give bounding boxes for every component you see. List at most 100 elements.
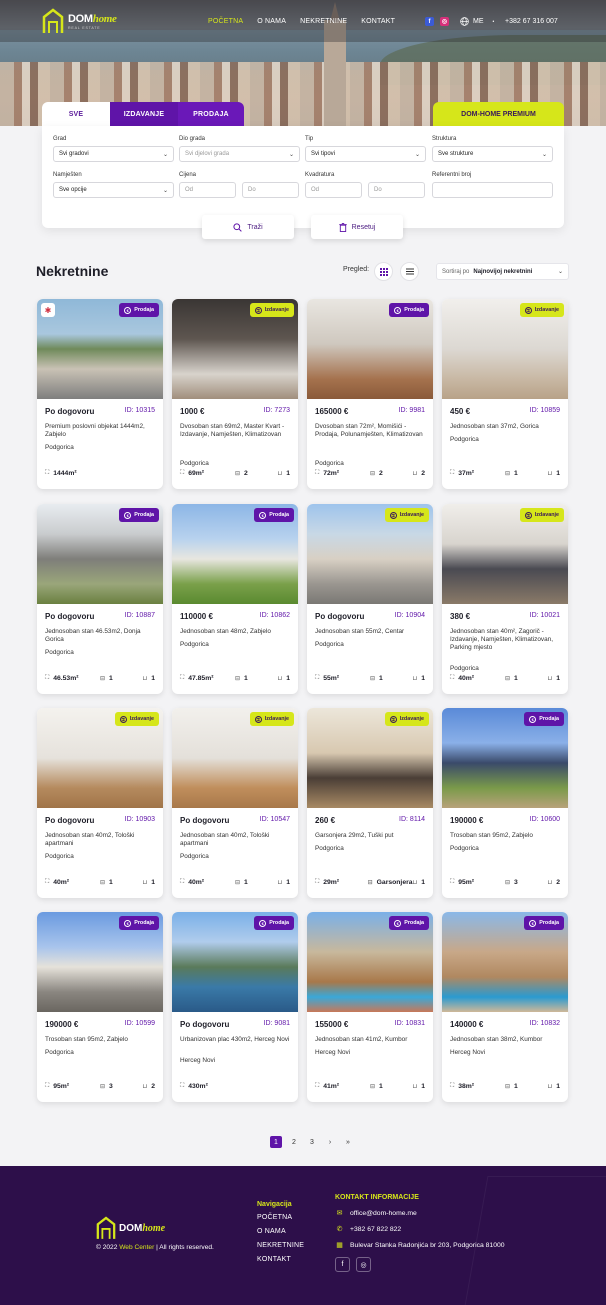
ref-input[interactable]: [432, 182, 553, 198]
property-card[interactable]: € Prodaja 110000 € ID: 10862 Jednosoban stan…: [172, 504, 298, 694]
property-stats: ⛶ 41m² ⊟ 1 ⊔ 1: [315, 1083, 425, 1090]
property-card[interactable]: € Prodaja Po dogovoru ID: 9081 Urbanizovan p…: [172, 912, 298, 1102]
property-city: Herceg Novi: [315, 1049, 351, 1056]
list-icon: [405, 268, 414, 275]
property-card[interactable]: ⚿ Izdavanje Po dogovoru ID: 10547 Jednosoban…: [172, 708, 298, 898]
bath-icon: ⊔: [142, 880, 148, 886]
instagram-icon[interactable]: ◎: [356, 1257, 371, 1272]
header-phone[interactable]: +382 67 316 007: [505, 18, 558, 25]
namjesten-select[interactable]: Sve opcije ⌄: [53, 182, 174, 198]
list-view-button[interactable]: [400, 262, 419, 281]
facebook-icon[interactable]: f: [425, 17, 434, 26]
property-card[interactable]: € Prodaja Po dogovoru ID: 10887 Jednosoban s…: [37, 504, 163, 694]
area-value: 29m²: [323, 879, 340, 886]
property-title[interactable]: Jednosoban stan 40m², Zagorič - Izdavanj…: [450, 628, 562, 652]
footer-email[interactable]: ✉ office@dom-home.me: [335, 1209, 505, 1218]
property-card[interactable]: ⚿ Izdavanje Po dogovoru ID: 10903 Jednosoban…: [37, 708, 163, 898]
property-title[interactable]: Urbanizovan plac 430m2, Herceg Novi: [180, 1036, 292, 1044]
property-price: 260 €: [315, 816, 336, 825]
dio-grada-select[interactable]: Svi djelovi grada ⌄: [179, 146, 300, 162]
rooms-value: 1: [109, 879, 113, 886]
property-card[interactable]: € Prodaja 155000 € ID: 10831 Jednosoban stan…: [307, 912, 433, 1102]
property-card[interactable]: ✱ € Prodaja Po dogovoru ID: 10315 Premium pos…: [37, 299, 163, 489]
instagram-icon[interactable]: ◎: [440, 17, 449, 26]
property-card[interactable]: € Prodaja 190000 € ID: 10599 Trosoban stan 9…: [37, 912, 163, 1102]
nav-kontakt[interactable]: KONTAKT: [361, 18, 395, 25]
tip-select[interactable]: Svi tipovi ⌄: [305, 146, 426, 162]
tab-prodaja[interactable]: PRODAJA: [178, 102, 244, 126]
area-icon: ⛶: [45, 1083, 50, 1089]
property-card[interactable]: ⚿ Izdavanje 1000 € ID: 7273 Dvosoban stan 69…: [172, 299, 298, 489]
key-icon: ⚿: [254, 306, 262, 314]
grad-field: Grad Svi gradovi ⌄: [53, 136, 174, 162]
bed-icon: ⊟: [370, 676, 376, 682]
property-price: 140000 €: [450, 1020, 484, 1029]
footer-nav-pocetna[interactable]: POČETNA: [257, 1214, 304, 1221]
grid-view-button[interactable]: [374, 262, 393, 281]
property-card[interactable]: € Prodaja 165000 € ID: 9981 Dvosoban stan 72…: [307, 299, 433, 489]
nav-pocetna[interactable]: POČETNA: [208, 18, 243, 25]
search-button[interactable]: Traži: [202, 215, 294, 239]
cijena-od-input[interactable]: Od: [179, 182, 236, 198]
property-stats: ⛶ 1444m²: [45, 470, 155, 477]
baths-value: 1: [286, 470, 290, 477]
property-title[interactable]: Jednosoban stan 37m2, Gorica: [450, 423, 562, 431]
next-page-button[interactable]: ›: [324, 1136, 336, 1148]
footer-phone[interactable]: ✆ +382 67 822 822: [335, 1225, 505, 1234]
area-icon: ⛶: [180, 1083, 185, 1089]
property-title[interactable]: Jednosoban stan 40m2, Tološki apartmani: [180, 832, 292, 848]
property-title[interactable]: Jednosoban stan 48m2, Zabjelo: [180, 628, 292, 636]
struktura-select[interactable]: Sve strukture ⌄: [432, 146, 553, 162]
property-title[interactable]: Dvosoban stan 72m², Momišići - Prodaja, …: [315, 423, 427, 439]
property-card[interactable]: ⚿ Izdavanje 260 € ID: 8114 Garsonjera 29m2, …: [307, 708, 433, 898]
property-card[interactable]: € Prodaja 190000 € ID: 10600 Trosoban stan 9…: [442, 708, 568, 898]
logo[interactable]: DOMhome REAL ESTATE: [42, 8, 117, 34]
property-title[interactable]: Jednosoban stan 40m2, Tološki apartmani: [45, 832, 157, 848]
property-card[interactable]: € Prodaja 140000 € ID: 10832 Jednosoban stan…: [442, 912, 568, 1102]
property-title[interactable]: Premium poslovni objekat 1444m2, Zabjelo: [45, 423, 157, 439]
property-title[interactable]: Garsonjera 29m2, Tuški put: [315, 832, 427, 840]
footer-logo[interactable]: DOMhome: [96, 1216, 165, 1240]
sort-select[interactable]: Sortiraj po Najnovijoj nekretnini ⌄: [436, 263, 569, 280]
bath-icon: ⊔: [277, 880, 283, 886]
status-badge: ⚿ Izdavanje: [114, 712, 159, 726]
bath-icon: ⊔: [547, 880, 553, 886]
copyright: © 2022 Web Center | All rights reserved.: [96, 1244, 214, 1251]
property-card[interactable]: ⚿ Izdavanje 450 € ID: 10859 Jednosoban stan …: [442, 299, 568, 489]
bed-icon: ⊟: [370, 471, 376, 477]
kvadratura-do-input[interactable]: Do: [368, 182, 425, 198]
page-3[interactable]: 3: [306, 1136, 318, 1148]
property-title[interactable]: Trosoban stan 95m2, Zabjelo: [45, 1036, 157, 1044]
last-page-button[interactable]: »: [342, 1136, 354, 1148]
property-card[interactable]: ⚿ Izdavanje Po dogovoru ID: 10904 Jednosoban…: [307, 504, 433, 694]
footer-nav-kontakt[interactable]: KONTAKT: [257, 1256, 304, 1263]
nav-o-nama[interactable]: O NAMA: [257, 18, 286, 25]
footer-nav: Navigacija POČETNA O NAMA NEKRETNINE KON…: [257, 1201, 304, 1270]
kvadratura-od-input[interactable]: Od: [305, 182, 362, 198]
property-title[interactable]: Trosoban stan 95m2, Zabjelo: [450, 832, 562, 840]
footer-nav-nekretnine[interactable]: NEKRETNINE: [257, 1242, 304, 1249]
property-card[interactable]: ⚿ Izdavanje 380 € ID: 10021 Jednosoban stan …: [442, 504, 568, 694]
bath-icon: ⊔: [547, 471, 553, 477]
rooms-value: Garsonjera: [376, 879, 413, 886]
property-title[interactable]: Jednosoban stan 38m2, Kumbor: [450, 1036, 562, 1044]
tab-sve[interactable]: SVE: [42, 102, 110, 126]
web-center-link[interactable]: Web Center: [119, 1244, 154, 1251]
property-title[interactable]: Jednosoban stan 41m2, Kumbor: [315, 1036, 427, 1044]
reset-button[interactable]: Resetuj: [311, 215, 403, 239]
property-title[interactable]: Dvosoban stan 69m2, Master Kvart - Izdav…: [180, 423, 292, 439]
grad-select[interactable]: Svi gradovi ⌄: [53, 146, 174, 162]
footer-nav-o-nama[interactable]: O NAMA: [257, 1228, 304, 1235]
language-selector[interactable]: ME •: [460, 17, 494, 26]
page-2[interactable]: 2: [288, 1136, 300, 1148]
page-1[interactable]: 1: [270, 1136, 282, 1148]
property-id: ID: 10547: [259, 816, 290, 823]
cijena-do-input[interactable]: Do: [242, 182, 299, 198]
property-title[interactable]: Jednosoban stan 55m2, Centar: [315, 628, 427, 636]
premium-tab[interactable]: DOM-HOME PREMIUM: [433, 102, 564, 126]
nav-nekretnine[interactable]: NEKRETNINE: [300, 18, 347, 25]
property-id: ID: 10021: [529, 612, 560, 619]
tab-izdavanje[interactable]: IZDAVANJE: [110, 102, 178, 126]
property-title[interactable]: Jednosoban stan 46.53m2, Donja Gorica: [45, 628, 157, 644]
facebook-icon[interactable]: f: [335, 1257, 350, 1272]
